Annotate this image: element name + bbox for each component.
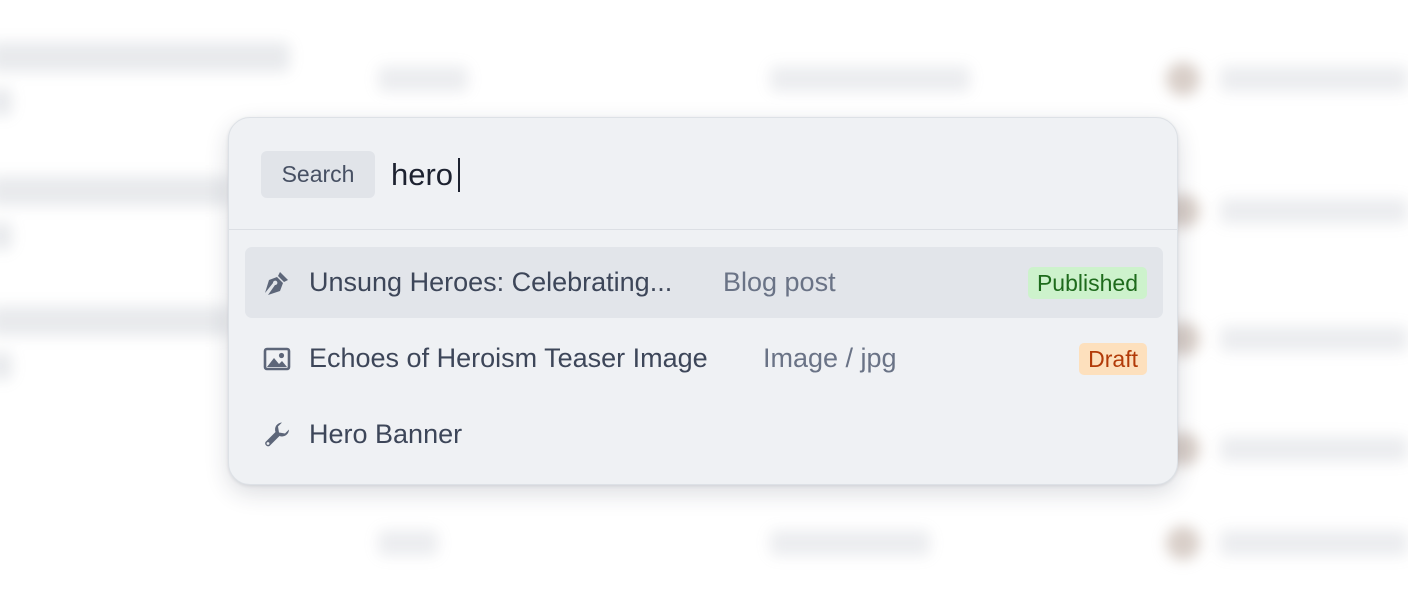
result-item[interactable]: Hero Banner: [245, 399, 1163, 470]
result-type: Image / jpg: [763, 343, 897, 373]
search-label: Search: [261, 151, 375, 198]
text-caret: [458, 158, 460, 192]
result-type: Blog post: [723, 267, 836, 297]
wrench-icon: [263, 421, 291, 449]
result-title: Unsung Heroes: Celebrating...: [309, 267, 673, 297]
result-title: Hero Banner: [309, 419, 463, 449]
search-palette: Search Unsung Heroes: Celebrating... Blo…: [228, 117, 1178, 485]
pen-icon: [263, 269, 291, 297]
status-badge: Draft: [1079, 343, 1147, 375]
screen: Search Unsung Heroes: Celebrating... Blo…: [0, 0, 1408, 604]
result-title: Echoes of Heroism Teaser Image: [309, 343, 708, 373]
result-item[interactable]: Unsung Heroes: Celebrating... Blog post …: [245, 247, 1163, 318]
status-badge: Published: [1027, 267, 1147, 299]
image-icon: [263, 345, 291, 373]
search-input[interactable]: [391, 152, 1131, 198]
search-bar: Search: [229, 118, 1177, 230]
result-item[interactable]: Echoes of Heroism Teaser Image Image / j…: [245, 323, 1163, 394]
results-list: Unsung Heroes: Celebrating... Blog post …: [245, 247, 1163, 475]
